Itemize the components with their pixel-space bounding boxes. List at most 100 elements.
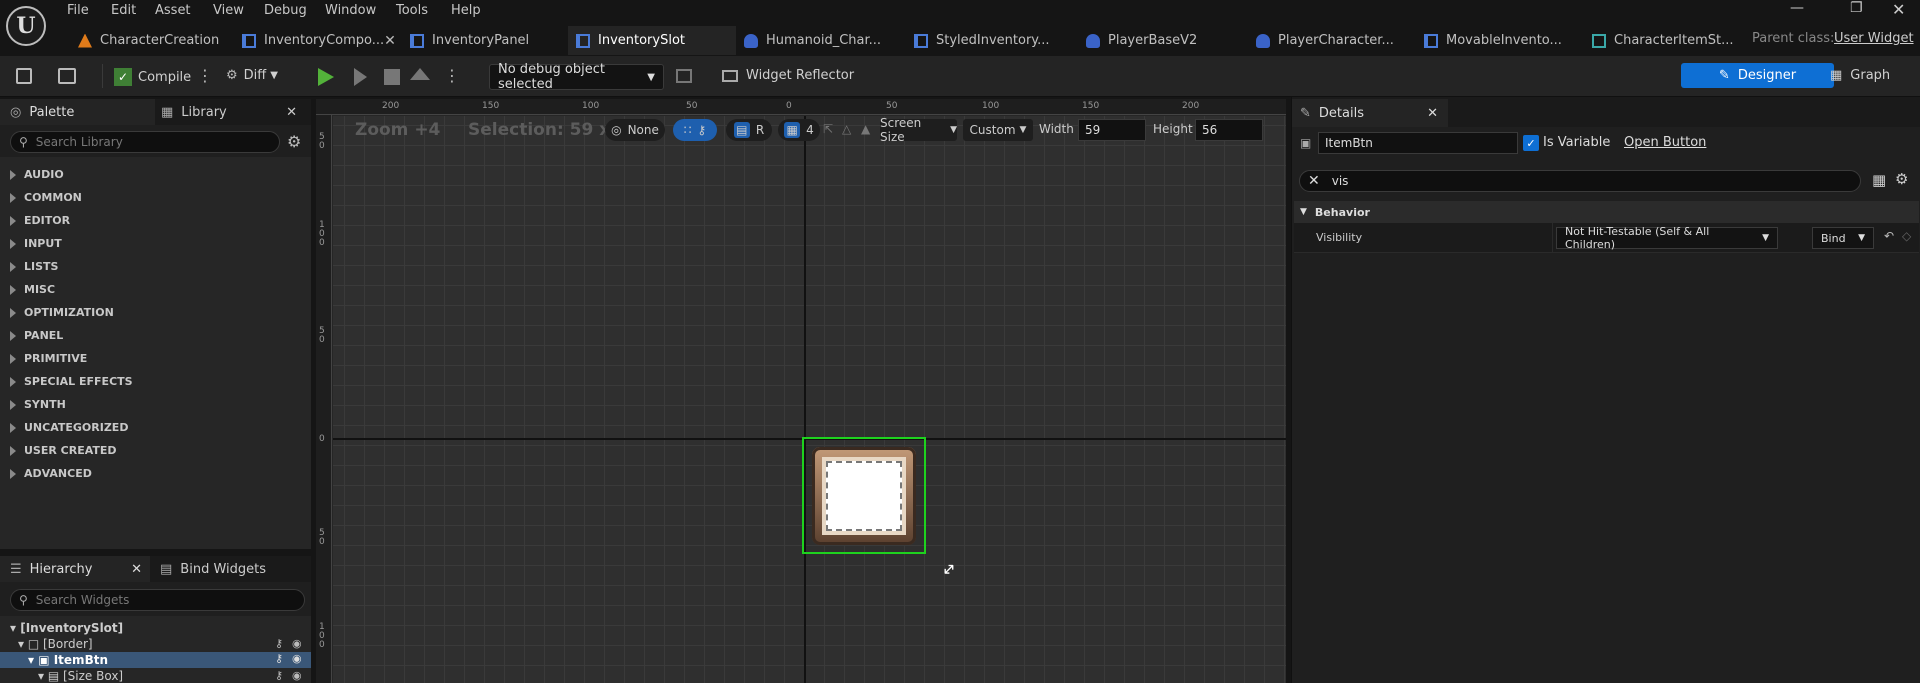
minimize-icon[interactable]: — [1790, 0, 1804, 16]
grid-snap-toggle[interactable]: ▦ 4 [778, 119, 820, 141]
tab-playercharacter[interactable]: PlayerCharacter... [1248, 26, 1416, 55]
reset-to-default-icon[interactable]: ↶ [1884, 229, 1894, 243]
design-grid-canvas[interactable]: ↕ Zoom +4 Selection: 59 x 56 ◎ None ∷ ⚷ … [333, 116, 1286, 683]
tab-library[interactable]: ▦ Library ✕ [155, 99, 311, 125]
restore-icon[interactable]: ❐ [1850, 0, 1863, 16]
lock-icon[interactable]: ⚷ [275, 669, 283, 682]
visibility-eye-icon[interactable]: ◉ [292, 652, 302, 665]
widget-search-input[interactable]: ⚲ Search Widgets [10, 589, 305, 611]
respect-locks-toggle[interactable]: ▤ R [726, 119, 772, 141]
parent-class-link[interactable]: User Widget [1834, 31, 1914, 46]
widget-reflector-button[interactable]: Widget Reflector [722, 68, 854, 83]
play-options-icon[interactable]: ⋮ [444, 66, 460, 85]
category-audio[interactable]: AUDIO [10, 168, 64, 181]
close-tab-icon[interactable]: ✕ [384, 33, 396, 49]
tab-bind-widgets[interactable]: ▤ Bind Widgets [150, 556, 266, 582]
keyframe-diamond-icon[interactable]: ◇ [1902, 229, 1911, 243]
tab-inventorycomponent[interactable]: InventoryCompo... ✕ [234, 26, 402, 55]
category-lists[interactable]: LISTS [10, 260, 58, 273]
widget-name-input[interactable]: ItemBtn [1318, 132, 1518, 154]
lock-icon[interactable]: ⚷ [275, 652, 283, 665]
compile-button[interactable]: ✓ Compile [114, 68, 191, 86]
tab-styledinventory[interactable]: StyledInventory... [906, 26, 1078, 55]
menu-edit[interactable]: Edit [111, 3, 136, 18]
height-input[interactable]: 56 [1195, 119, 1263, 141]
tab-inventoryslot[interactable]: InventorySlot [568, 26, 736, 55]
lock-icon[interactable]: ⚷ [275, 637, 283, 650]
fill-mode-dropdown[interactable]: Custom ▼ [963, 119, 1033, 141]
unreal-logo-icon[interactable]: U [6, 6, 46, 46]
category-common[interactable]: COMMON [10, 191, 82, 204]
graph-button[interactable]: ▦ Graph [1830, 68, 1900, 83]
tab-humanoid-character[interactable]: Humanoid_Char... [736, 26, 906, 55]
tab-hierarchy[interactable]: ☰ Hierarchy ✕ [0, 556, 150, 582]
debug-filter-icon[interactable] [676, 69, 692, 83]
category-synth[interactable]: SYNTH [10, 398, 66, 411]
browse-icon[interactable] [58, 68, 76, 84]
bind-dropdown[interactable]: Bind ▼ [1812, 227, 1874, 249]
diff-button[interactable]: ⚙ Diff ▼ [226, 68, 278, 83]
menu-asset[interactable]: Asset [155, 3, 191, 18]
settings-gear-icon[interactable]: ⚙ [287, 132, 301, 151]
designer-button[interactable]: ✎ Designer [1681, 63, 1834, 88]
category-special-effects[interactable]: SPECIAL EFFECTS [10, 375, 133, 388]
compile-options-icon[interactable]: ⋮ [197, 66, 213, 85]
category-uncategorized[interactable]: UNCATEGORIZED [10, 421, 128, 434]
screen-size-dropdown[interactable]: Screen Size ▼ [880, 116, 957, 144]
zoom-to-fit-icon[interactable]: ⇱ [823, 122, 833, 136]
menu-tools[interactable]: Tools [396, 3, 428, 18]
close-tab-icon[interactable]: ✕ [286, 105, 297, 120]
tab-details[interactable]: ✎ Details ✕ [1292, 99, 1448, 127]
details-filter-input[interactable]: ✕ vis [1299, 170, 1861, 192]
tree-item-sizebox[interactable]: ▾ ▤ [Size Box] [38, 669, 123, 683]
open-button-link[interactable]: Open Button [1624, 135, 1706, 150]
play-icon[interactable] [318, 68, 334, 86]
stop-icon[interactable] [384, 69, 400, 85]
library-search-input[interactable]: ⚲ Search Library [10, 131, 280, 153]
resize-handle-icon[interactable]: ↕ [937, 558, 960, 581]
eject-icon[interactable] [410, 68, 430, 80]
transform-lock-toggle[interactable]: ∷ ⚷ [673, 119, 717, 141]
category-user-created[interactable]: USER CREATED [10, 444, 117, 457]
visibility-dropdown[interactable]: Not Hit-Testable (Self & All Children) ▼ [1556, 225, 1778, 251]
behavior-section-header[interactable]: ▼ Behavior [1294, 201, 1919, 223]
category-advanced[interactable]: ADVANCED [10, 467, 92, 480]
menu-window[interactable]: Window [325, 3, 376, 18]
close-window-icon[interactable]: ✕ [1892, 0, 1905, 19]
tab-playerbasev2[interactable]: PlayerBaseV2 [1078, 26, 1248, 55]
settings-gear-icon[interactable]: ⚙ [1895, 170, 1908, 188]
menu-file[interactable]: File [67, 3, 89, 18]
tab-inventorypanel[interactable]: InventoryPanel [402, 26, 568, 55]
menu-help[interactable]: Help [451, 3, 481, 18]
tree-item-selected[interactable]: ▾ ▣ ItemBtn ⚷ ◉ [0, 652, 311, 668]
selected-widget-outline[interactable] [802, 437, 926, 554]
menu-debug[interactable]: Debug [264, 3, 307, 18]
tree-item-border[interactable]: ▾ □ [Border] [18, 637, 93, 651]
background-image-icon[interactable]: △ [842, 122, 851, 136]
close-tab-icon[interactable]: ✕ [1427, 106, 1438, 121]
locale-preview-button[interactable]: ◎ None [605, 119, 665, 141]
tab-charactercreation[interactable]: CharacterCreation [70, 26, 234, 55]
visibility-eye-icon[interactable]: ◉ [292, 637, 302, 650]
width-input[interactable]: 59 [1078, 119, 1146, 141]
debug-object-select[interactable]: No debug object selected ▼ [489, 62, 664, 92]
close-tab-icon[interactable]: ✕ [131, 562, 142, 577]
tab-movableinventory[interactable]: MovableInvento... [1416, 26, 1584, 55]
category-primitive[interactable]: PRIMITIVE [10, 352, 87, 365]
category-optimization[interactable]: OPTIMIZATION [10, 306, 114, 319]
table-view-icon[interactable]: ▦ [1872, 171, 1886, 189]
category-misc[interactable]: MISC [10, 283, 55, 296]
is-variable-checkbox[interactable]: ✓ [1523, 135, 1539, 151]
category-editor[interactable]: EDITOR [10, 214, 70, 227]
clear-filter-icon[interactable]: ✕ [1308, 173, 1320, 189]
category-input[interactable]: INPUT [10, 237, 62, 250]
step-icon[interactable] [354, 68, 367, 86]
flip-icon[interactable]: ▲ [861, 122, 870, 136]
tab-characteritemstruct[interactable]: CharacterItemSt... [1584, 26, 1744, 55]
tab-palette[interactable]: ◎ Palette [0, 99, 155, 125]
menu-view[interactable]: View [213, 3, 244, 18]
save-icon[interactable] [16, 68, 32, 84]
tree-item-root[interactable]: ▾ [InventorySlot] [10, 621, 123, 635]
visibility-eye-icon[interactable]: ◉ [292, 669, 302, 682]
category-panel[interactable]: PANEL [10, 329, 63, 342]
